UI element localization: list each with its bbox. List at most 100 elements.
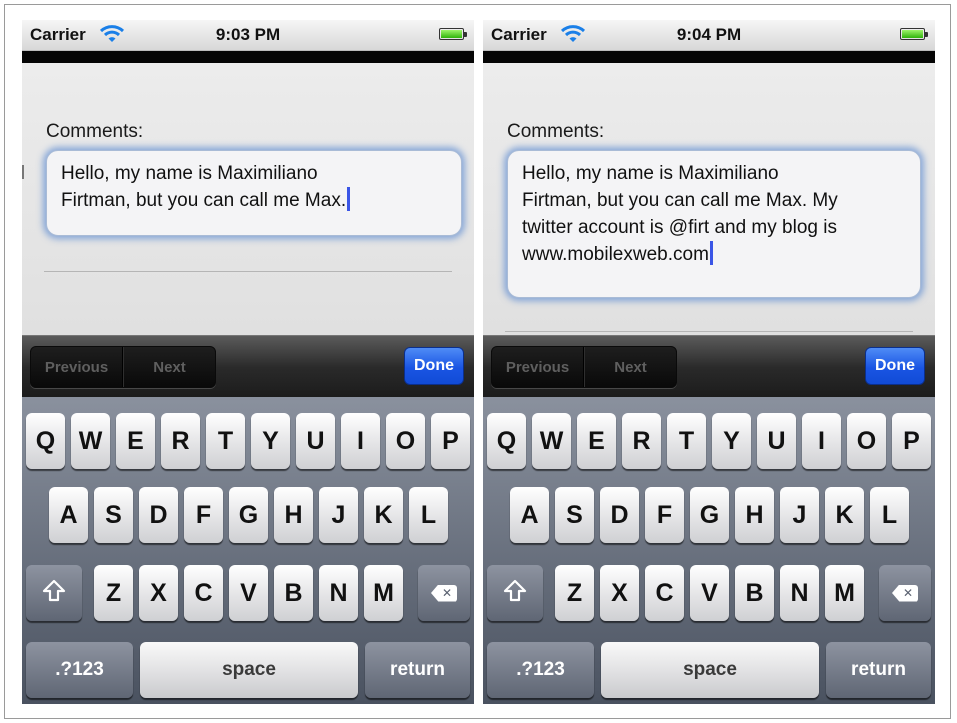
return-key[interactable]: return (365, 642, 470, 698)
key-v[interactable]: V (229, 565, 268, 621)
key-l[interactable]: L (409, 487, 448, 543)
key-q[interactable]: Q (487, 413, 526, 469)
key-m[interactable]: M (364, 565, 403, 621)
key-o[interactable]: O (386, 413, 425, 469)
key-r[interactable]: R (161, 413, 200, 469)
next-button[interactable]: Next (123, 347, 215, 387)
clock-time: 9:04 PM (676, 25, 742, 44)
comments-textarea[interactable]: Hello, my name is Maximiliano Firtman, b… (46, 150, 462, 236)
textarea-line: Hello, my name is Maximiliano (522, 163, 779, 184)
key-p[interactable]: P (431, 413, 470, 469)
divider-line (44, 271, 452, 272)
key-f[interactable]: F (645, 487, 684, 543)
key-r[interactable]: R (622, 413, 661, 469)
key-i[interactable]: I (802, 413, 841, 469)
key-j[interactable]: J (780, 487, 819, 543)
numbers-key[interactable]: .?123 (487, 642, 594, 698)
key-o[interactable]: O (847, 413, 886, 469)
prev-next-control: Previous Next (30, 346, 216, 388)
delete-key[interactable]: ✕ (879, 565, 931, 621)
phone-screen-left: Carrier 9:03 PM Comments: Hello, my name… (22, 20, 474, 704)
key-g[interactable]: G (229, 487, 268, 543)
key-y[interactable]: Y (712, 413, 751, 469)
shift-arrow-icon (42, 579, 66, 608)
key-d[interactable]: D (139, 487, 178, 543)
prev-next-control: Previous Next (491, 346, 677, 388)
previous-button[interactable]: Previous (492, 347, 584, 387)
key-w[interactable]: W (532, 413, 571, 469)
battery-icon (900, 28, 928, 40)
form-assistant-toolbar: Previous Next Done (22, 335, 474, 397)
key-z[interactable]: Z (555, 565, 594, 621)
edge-mark (22, 165, 24, 179)
textarea-line: www.mobilexweb.com (522, 244, 709, 265)
key-a[interactable]: A (49, 487, 88, 543)
key-j[interactable]: J (319, 487, 358, 543)
key-t[interactable]: T (667, 413, 706, 469)
key-w[interactable]: W (71, 413, 110, 469)
key-b[interactable]: B (735, 565, 774, 621)
done-button[interactable]: Done (865, 347, 925, 385)
key-m[interactable]: M (825, 565, 864, 621)
textarea-line: Hello, my name is Maximiliano (61, 163, 318, 184)
key-l[interactable]: L (870, 487, 909, 543)
clock-time: 9:03 PM (215, 25, 281, 44)
key-x[interactable]: X (600, 565, 639, 621)
textarea-line: Firtman, but you can call me Max. My (522, 190, 838, 211)
key-z[interactable]: Z (94, 565, 133, 621)
key-e[interactable]: E (116, 413, 155, 469)
textarea-line: twitter account is @firt and my blog is (522, 217, 837, 238)
key-i[interactable]: I (341, 413, 380, 469)
shift-key[interactable] (26, 565, 82, 621)
web-content: Comments: Hello, my name is Maximiliano … (483, 63, 935, 335)
keyboard: Q W E R T Y U I O P A S D F G H J K L Z … (483, 397, 935, 704)
shift-key[interactable] (487, 565, 543, 621)
key-u[interactable]: U (757, 413, 796, 469)
backspace-icon: ✕ (431, 584, 457, 602)
comments-label: Comments: (46, 121, 144, 142)
key-x[interactable]: X (139, 565, 178, 621)
key-a[interactable]: A (510, 487, 549, 543)
key-c[interactable]: C (645, 565, 684, 621)
key-s[interactable]: S (555, 487, 594, 543)
key-e[interactable]: E (577, 413, 616, 469)
space-key[interactable]: space (140, 642, 358, 698)
key-s[interactable]: S (94, 487, 133, 543)
key-p[interactable]: P (892, 413, 931, 469)
return-key[interactable]: return (826, 642, 931, 698)
status-bar: Carrier 9:03 PM (22, 20, 474, 51)
delete-key[interactable]: ✕ (418, 565, 470, 621)
previous-button[interactable]: Previous (31, 347, 123, 387)
battery-icon (439, 28, 467, 40)
key-y[interactable]: Y (251, 413, 290, 469)
web-content: Comments: Hello, my name is Maximiliano … (22, 63, 474, 335)
space-key[interactable]: space (601, 642, 819, 698)
key-q[interactable]: Q (26, 413, 65, 469)
key-d[interactable]: D (600, 487, 639, 543)
key-f[interactable]: F (184, 487, 223, 543)
comments-textarea[interactable]: Hello, my name is Maximiliano Firtman, b… (507, 150, 921, 298)
shift-arrow-icon (503, 579, 527, 608)
key-v[interactable]: V (690, 565, 729, 621)
form-assistant-toolbar: Previous Next Done (483, 335, 935, 397)
done-button[interactable]: Done (404, 347, 464, 385)
key-u[interactable]: U (296, 413, 335, 469)
page-top-bar (483, 51, 935, 63)
next-button[interactable]: Next (584, 347, 676, 387)
phone-screen-right: Carrier 9:04 PM Comments: Hello, my name… (483, 20, 935, 704)
page-top-bar (22, 51, 474, 63)
key-h[interactable]: H (274, 487, 313, 543)
key-h[interactable]: H (735, 487, 774, 543)
key-b[interactable]: B (274, 565, 313, 621)
numbers-key[interactable]: .?123 (26, 642, 133, 698)
key-c[interactable]: C (184, 565, 223, 621)
backspace-icon: ✕ (892, 584, 918, 602)
key-k[interactable]: K (364, 487, 403, 543)
key-g[interactable]: G (690, 487, 729, 543)
key-k[interactable]: K (825, 487, 864, 543)
key-n[interactable]: N (780, 565, 819, 621)
key-t[interactable]: T (206, 413, 245, 469)
keyboard: Q W E R T Y U I O P A S D F G H J K L Z … (22, 397, 474, 704)
key-n[interactable]: N (319, 565, 358, 621)
divider-line (505, 331, 913, 332)
